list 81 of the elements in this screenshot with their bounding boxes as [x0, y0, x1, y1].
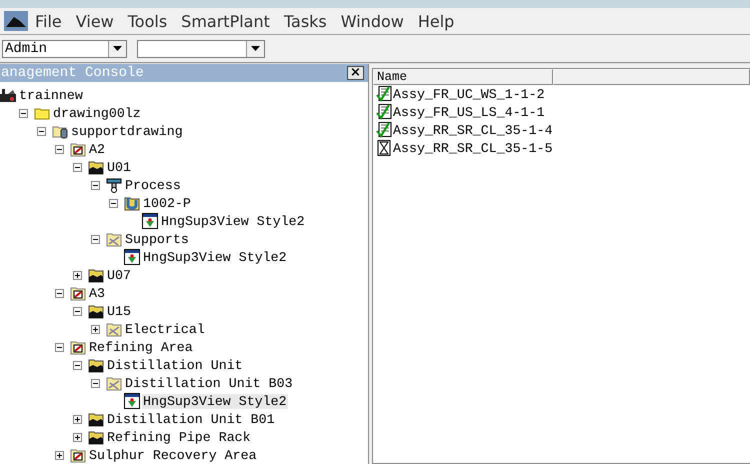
plus-icon: [92, 326, 99, 332]
column-header[interactable]: Name: [373, 69, 553, 85]
tree-item[interactable]: Distillation Unit: [106, 358, 244, 372]
close-button[interactable]: ×: [347, 66, 364, 80]
folder-icon: [106, 375, 122, 391]
menu-item[interactable]: Tasks: [276, 12, 334, 30]
unit-folder-icon: [88, 303, 104, 319]
expand-toggle[interactable]: [73, 432, 82, 442]
collapse-toggle[interactable]: [91, 234, 100, 244]
tree-item[interactable]: Supports: [124, 232, 190, 246]
tree-item[interactable]: Refining Area: [88, 340, 194, 354]
plant-icon: [0, 87, 16, 103]
folder-icon: [106, 231, 122, 247]
expand-toggle[interactable]: [55, 450, 64, 460]
tree-item[interactable]: Sulphur Recovery Area: [88, 448, 258, 462]
folder-icon: [106, 321, 122, 337]
menu-item[interactable]: Window: [334, 12, 411, 30]
unit-folder-icon: [88, 411, 104, 427]
expand-toggle[interactable]: [73, 270, 82, 280]
tree-item[interactable]: Electrical: [124, 322, 206, 336]
menu-item[interactable]: File: [28, 12, 69, 30]
collapse-toggle[interactable]: [73, 306, 82, 316]
list-item[interactable]: Assy_FR_US_LS_4-1-1: [393, 104, 545, 120]
tree-item[interactable]: 1002-P: [142, 196, 192, 210]
dropdown[interactable]: [137, 40, 265, 58]
menu-item[interactable]: View: [68, 12, 121, 30]
menu-item[interactable]: Help: [410, 12, 462, 30]
tree-item[interactable]: A3: [88, 286, 106, 300]
app-logo-icon: [4, 11, 28, 31]
list-item[interactable]: Assy_RR_SR_CL_35-1-5: [393, 140, 553, 156]
area-icon: [70, 339, 86, 355]
unit-folder-icon: [88, 357, 104, 373]
tree-item[interactable]: U01: [106, 160, 132, 174]
collapse-toggle[interactable]: [91, 378, 100, 388]
tree-item[interactable]: HngSup3View Style2: [142, 394, 288, 408]
expand-toggle[interactable]: [73, 414, 82, 424]
tree-item[interactable]: U15: [106, 304, 132, 318]
area-icon: [70, 285, 86, 301]
tree-item[interactable]: Refining Pipe Rack: [106, 430, 252, 444]
view-icon: [124, 249, 140, 265]
collapse-toggle[interactable]: [19, 108, 28, 118]
menu-item[interactable]: SmartPlant: [174, 12, 277, 30]
pipe-fitting-icon: [106, 177, 122, 193]
list-item[interactable]: Assy_FR_UC_WS_1-1-2: [393, 86, 545, 102]
menu-item[interactable]: Tools: [120, 12, 174, 30]
plus-icon: [74, 434, 81, 440]
tree-item[interactable]: trainnew: [18, 88, 84, 102]
collapse-toggle[interactable]: [73, 162, 82, 172]
collapse-toggle[interactable]: [55, 144, 64, 154]
dropdown[interactable]: Admin: [2, 40, 127, 58]
collapse-toggle[interactable]: [55, 288, 64, 298]
collapse-toggle[interactable]: [109, 198, 118, 208]
dropdown-arrow-icon: [251, 46, 260, 51]
panel-title: anagement Console: [1, 65, 144, 81]
tree-item[interactable]: supportdrawing: [70, 124, 184, 138]
tree-item[interactable]: Distillation Unit B01: [106, 412, 276, 426]
expand-toggle[interactable]: [91, 324, 100, 334]
collapse-toggle[interactable]: [37, 126, 46, 136]
tree-item[interactable]: HngSup3View Style2: [142, 250, 288, 264]
collapse-toggle[interactable]: [73, 360, 82, 370]
list-item[interactable]: Assy_RR_SR_CL_35-1-4: [393, 122, 553, 138]
tree-item[interactable]: U07: [106, 268, 132, 282]
collapse-toggle[interactable]: [91, 180, 100, 190]
plus-icon: [74, 416, 81, 422]
column-header[interactable]: [553, 69, 750, 85]
view-icon: [124, 393, 140, 409]
unit-folder-icon: [88, 429, 104, 445]
tree-item[interactable]: A2: [88, 142, 106, 156]
plus-icon: [74, 272, 81, 278]
tree-item[interactable]: drawing00lz: [52, 106, 142, 120]
area-icon: [70, 141, 86, 157]
tree-item[interactable]: Distillation Unit B03: [124, 376, 294, 390]
tree-item[interactable]: Process: [124, 178, 182, 192]
collapse-toggle[interactable]: [55, 342, 64, 352]
view-icon: [142, 213, 158, 229]
unit-folder-icon: [88, 159, 104, 175]
dropdown-arrow-icon: [113, 46, 122, 51]
pipe-icon: [124, 195, 140, 211]
plus-icon: [56, 452, 63, 458]
tree-item[interactable]: HngSup3View Style2: [160, 214, 306, 228]
unit-folder-icon: [88, 267, 104, 283]
